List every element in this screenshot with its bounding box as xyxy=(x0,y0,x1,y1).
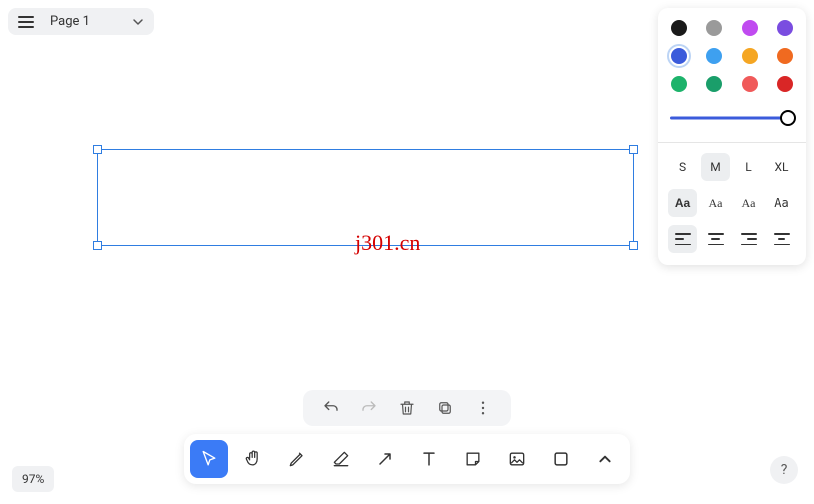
size-option-s[interactable]: S xyxy=(668,153,697,181)
resize-handle-br[interactable] xyxy=(629,241,638,250)
toolbar-stack xyxy=(184,390,630,484)
eraser-tool[interactable] xyxy=(322,440,360,478)
properties-panel: SMLXL AaAaAaAa xyxy=(658,8,806,265)
align-justify-icon xyxy=(774,233,790,245)
color-swatch-8[interactable] xyxy=(671,76,687,92)
undo-button[interactable] xyxy=(321,398,341,418)
color-swatch-2[interactable] xyxy=(742,20,758,36)
size-option-m[interactable]: M xyxy=(701,153,730,181)
align-center-icon xyxy=(708,233,724,245)
align-right-icon xyxy=(741,233,757,245)
selected-shape[interactable] xyxy=(97,149,634,246)
color-swatch-1[interactable] xyxy=(706,20,722,36)
align-right-button[interactable] xyxy=(734,225,763,253)
size-option-xl[interactable]: XL xyxy=(767,153,796,181)
font-options: AaAaAaAa xyxy=(668,189,796,217)
action-bar xyxy=(303,390,511,426)
color-swatch-7[interactable] xyxy=(777,48,793,64)
zoom-indicator[interactable]: 97% xyxy=(12,466,54,492)
color-swatch-5[interactable] xyxy=(706,48,722,64)
stroke-width-slider[interactable] xyxy=(670,108,794,128)
sticky-note-tool[interactable] xyxy=(454,440,492,478)
collapse-toolbar-button[interactable] xyxy=(586,440,624,478)
color-swatch-4[interactable] xyxy=(671,48,687,64)
size-option-l[interactable]: L xyxy=(734,153,763,181)
resize-handle-bl[interactable] xyxy=(93,241,102,250)
align-left-button[interactable] xyxy=(668,225,697,253)
font-option-3[interactable]: Aa xyxy=(767,189,796,217)
color-swatch-6[interactable] xyxy=(742,48,758,64)
image-tool[interactable] xyxy=(498,440,536,478)
help-button[interactable]: ? xyxy=(770,456,798,484)
color-swatch-11[interactable] xyxy=(777,76,793,92)
font-option-2[interactable]: Aa xyxy=(734,189,763,217)
resize-handle-tr[interactable] xyxy=(629,145,638,154)
redo-button[interactable] xyxy=(359,398,379,418)
color-swatch-10[interactable] xyxy=(742,76,758,92)
color-swatch-3[interactable] xyxy=(777,20,793,36)
pencil-tool[interactable] xyxy=(278,440,316,478)
resize-handle-tl[interactable] xyxy=(93,145,102,154)
color-swatch-0[interactable] xyxy=(671,20,687,36)
font-option-0[interactable]: Aa xyxy=(668,189,697,217)
size-options: SMLXL xyxy=(668,153,796,181)
shape-tool[interactable] xyxy=(542,440,580,478)
select-tool[interactable] xyxy=(190,440,228,478)
more-button[interactable] xyxy=(473,398,493,418)
duplicate-button[interactable] xyxy=(435,398,455,418)
delete-button[interactable] xyxy=(397,398,417,418)
color-swatch-9[interactable] xyxy=(706,76,722,92)
align-left-icon xyxy=(675,233,691,245)
tool-bar xyxy=(184,434,630,484)
text-tool[interactable] xyxy=(410,440,448,478)
arrow-tool[interactable] xyxy=(366,440,404,478)
color-palette xyxy=(668,20,796,92)
align-options xyxy=(668,225,796,253)
align-justify-button[interactable] xyxy=(767,225,796,253)
font-option-1[interactable]: Aa xyxy=(701,189,730,217)
hand-tool[interactable] xyxy=(234,440,272,478)
slider-thumb[interactable] xyxy=(780,110,796,126)
align-center-button[interactable] xyxy=(701,225,730,253)
